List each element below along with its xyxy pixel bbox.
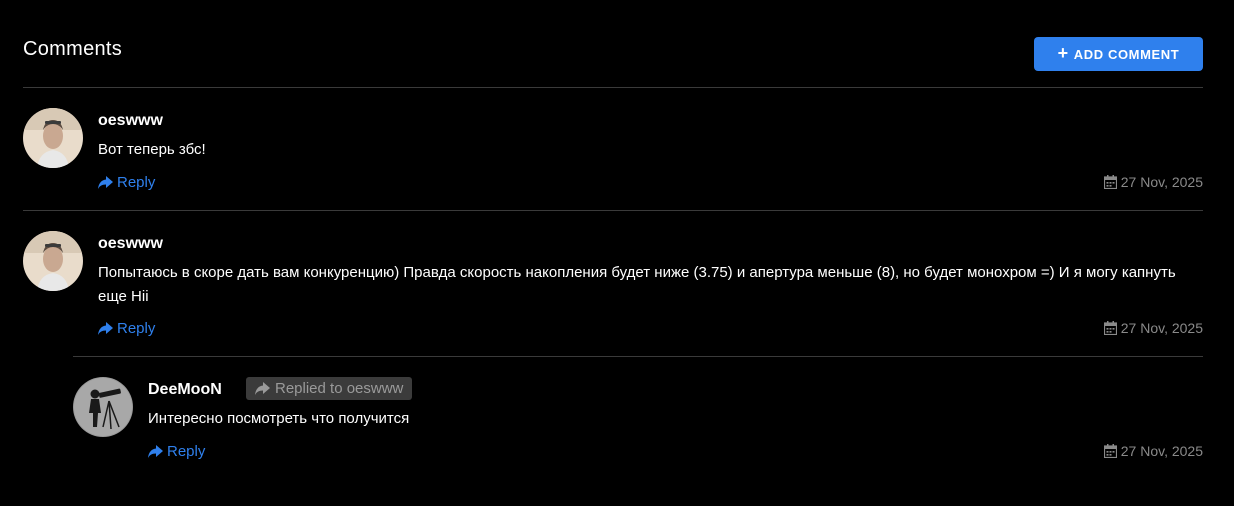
replied-to-label: Replied to oeswww bbox=[275, 380, 404, 397]
reply-label: Reply bbox=[117, 174, 156, 191]
reply-arrow-icon bbox=[255, 382, 270, 395]
calendar-icon bbox=[1103, 444, 1117, 458]
comment-author[interactable]: oeswww bbox=[98, 235, 163, 253]
comment-item: oeswww Попытаюсь в скоре дать вам конкур… bbox=[23, 231, 1203, 343]
avatar[interactable] bbox=[23, 231, 83, 291]
comment-author[interactable]: oeswww bbox=[98, 112, 163, 130]
comment-date: 27 Nov, 2025 bbox=[1103, 320, 1203, 336]
comment-item: oeswww Вот теперь збс! Reply 27 Nov, 202… bbox=[23, 108, 1203, 198]
avatar[interactable] bbox=[73, 377, 133, 437]
reply-arrow-icon bbox=[98, 322, 113, 335]
section-title: Comments bbox=[23, 38, 123, 60]
calendar-icon bbox=[1103, 321, 1117, 335]
date-label: 27 Nov, 2025 bbox=[1120, 174, 1203, 190]
avatar[interactable] bbox=[23, 108, 83, 168]
comments-header: Comments + ADD COMMENT bbox=[23, 37, 1203, 71]
comment-text: Вот теперь збс! bbox=[98, 141, 206, 158]
header-divider bbox=[23, 87, 1203, 88]
comment-date: 27 Nov, 2025 bbox=[1103, 443, 1203, 459]
reply-arrow-icon bbox=[98, 176, 113, 189]
comment-divider bbox=[23, 210, 1203, 211]
reply-button[interactable]: Reply bbox=[148, 443, 205, 460]
reply-comment-item: DeeMooN Replied to oeswww Интересно посм… bbox=[73, 377, 1203, 467]
reply-arrow-icon bbox=[148, 445, 163, 458]
add-comment-label: ADD COMMENT bbox=[1073, 46, 1180, 62]
calendar-icon bbox=[1103, 175, 1117, 189]
add-comment-button[interactable]: + ADD COMMENT bbox=[1034, 37, 1203, 71]
reply-label: Reply bbox=[167, 443, 206, 460]
date-label: 27 Nov, 2025 bbox=[1120, 320, 1203, 336]
reply-divider bbox=[73, 356, 1203, 357]
reply-button[interactable]: Reply bbox=[98, 320, 155, 337]
comment-date: 27 Nov, 2025 bbox=[1103, 174, 1203, 190]
comment-text: Интересно посмотреть что получится bbox=[148, 410, 410, 427]
plus-icon: + bbox=[1057, 43, 1069, 63]
date-label: 27 Nov, 2025 bbox=[1120, 443, 1203, 459]
replied-to-badge[interactable]: Replied to oeswww bbox=[246, 377, 413, 400]
comment-text: Попытаюсь в скоре дать вам конкуренцию) … bbox=[98, 264, 1176, 305]
reply-label: Reply bbox=[117, 320, 156, 337]
reply-button[interactable]: Reply bbox=[98, 174, 155, 191]
comment-author[interactable]: DeeMooN bbox=[148, 381, 222, 399]
